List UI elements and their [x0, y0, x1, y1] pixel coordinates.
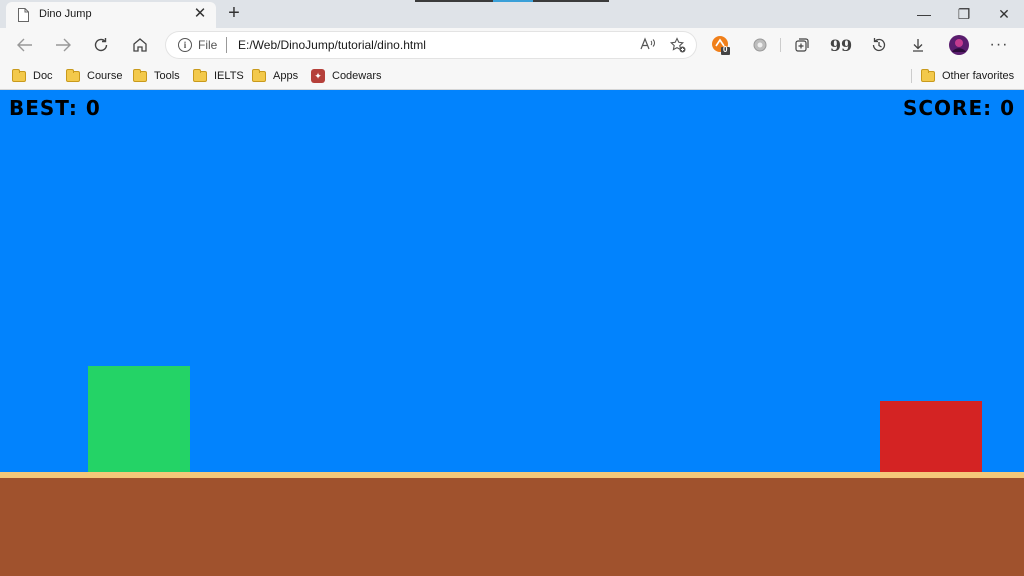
folder-icon: [921, 68, 935, 82]
obstacle-block: [880, 401, 982, 472]
bookmark-label: Tools: [154, 70, 180, 82]
bookmark-label: IELTS: [214, 70, 244, 82]
bookmark-ielts[interactable]: IELTS: [193, 68, 244, 84]
home-icon[interactable]: [129, 34, 151, 56]
new-tab-button[interactable]: +: [224, 3, 244, 23]
folder-icon: [252, 68, 266, 82]
refresh-icon[interactable]: [90, 34, 112, 56]
bookmark-label: Course: [87, 70, 123, 82]
favorite-add-icon[interactable]: [669, 37, 686, 56]
quote-icon[interactable]: 99: [830, 34, 852, 56]
game-canvas[interactable]: BEST: 0 SCORE: 0: [0, 90, 1024, 576]
bookmark-label: Doc: [33, 70, 53, 82]
tab-close-icon[interactable]: ✕: [192, 6, 208, 22]
close-window-button[interactable]: ✕: [984, 0, 1024, 28]
address-separator: [226, 37, 227, 53]
codewars-icon: ✦: [311, 69, 325, 83]
page-icon: [18, 8, 29, 22]
bookmark-label: Apps: [273, 70, 299, 82]
tab-bar: Dino Jump ✕ + — ❐ ✕: [0, 0, 1024, 28]
back-icon[interactable]: [14, 34, 36, 56]
info-icon[interactable]: i: [178, 38, 192, 52]
extension-badge: 0: [723, 45, 728, 54]
more-menu-icon[interactable]: ···: [988, 34, 1010, 56]
bookmark-course[interactable]: Course: [66, 68, 122, 84]
ground: [0, 478, 1024, 576]
tab-dino-jump[interactable]: Dino Jump ✕: [6, 2, 216, 28]
restore-button[interactable]: ❐: [944, 0, 984, 28]
bookmark-label: Other favorites: [942, 70, 1015, 82]
bookmark-codewars[interactable]: ✦ Codewars: [311, 68, 382, 84]
bookmark-apps[interactable]: Apps: [252, 68, 298, 84]
folder-icon: [193, 68, 207, 82]
address-bar[interactable]: i File E:/Web/DinoJump/tutorial/dino.htm…: [166, 32, 696, 58]
bookmark-doc[interactable]: Doc: [12, 68, 53, 84]
folder-icon: [12, 68, 26, 82]
top-strip: [415, 0, 609, 2]
minimize-button[interactable]: —: [904, 0, 944, 28]
read-aloud-icon[interactable]: [640, 37, 656, 54]
browser-toolbar: i File E:/Web/DinoJump/tutorial/dino.htm…: [0, 28, 1024, 62]
forward-icon[interactable]: [52, 34, 74, 56]
bookmarks-bar: Doc Course Tools IELTS Apps ✦ Codewars Ot…: [0, 62, 1024, 90]
folder-icon: [133, 68, 147, 82]
profile-avatar[interactable]: [948, 34, 970, 56]
folder-icon: [66, 68, 80, 82]
extension-gear-icon[interactable]: [749, 34, 771, 56]
bookmark-tools[interactable]: Tools: [133, 68, 180, 84]
bookmark-label: Codewars: [332, 70, 382, 82]
extension-icon[interactable]: 0: [710, 34, 732, 56]
current-score: SCORE: 0: [902, 96, 1015, 120]
downloads-icon[interactable]: [907, 34, 929, 56]
address-url[interactable]: E:/Web/DinoJump/tutorial/dino.html: [238, 38, 426, 52]
player-block: [88, 366, 190, 472]
bookmark-other-favorites[interactable]: Other favorites: [921, 68, 1014, 84]
collections-icon[interactable]: [791, 34, 813, 56]
best-score: BEST: 0: [9, 96, 101, 120]
history-icon[interactable]: [868, 34, 890, 56]
address-scheme: File: [198, 38, 218, 52]
tab-title: Dino Jump: [39, 8, 92, 20]
